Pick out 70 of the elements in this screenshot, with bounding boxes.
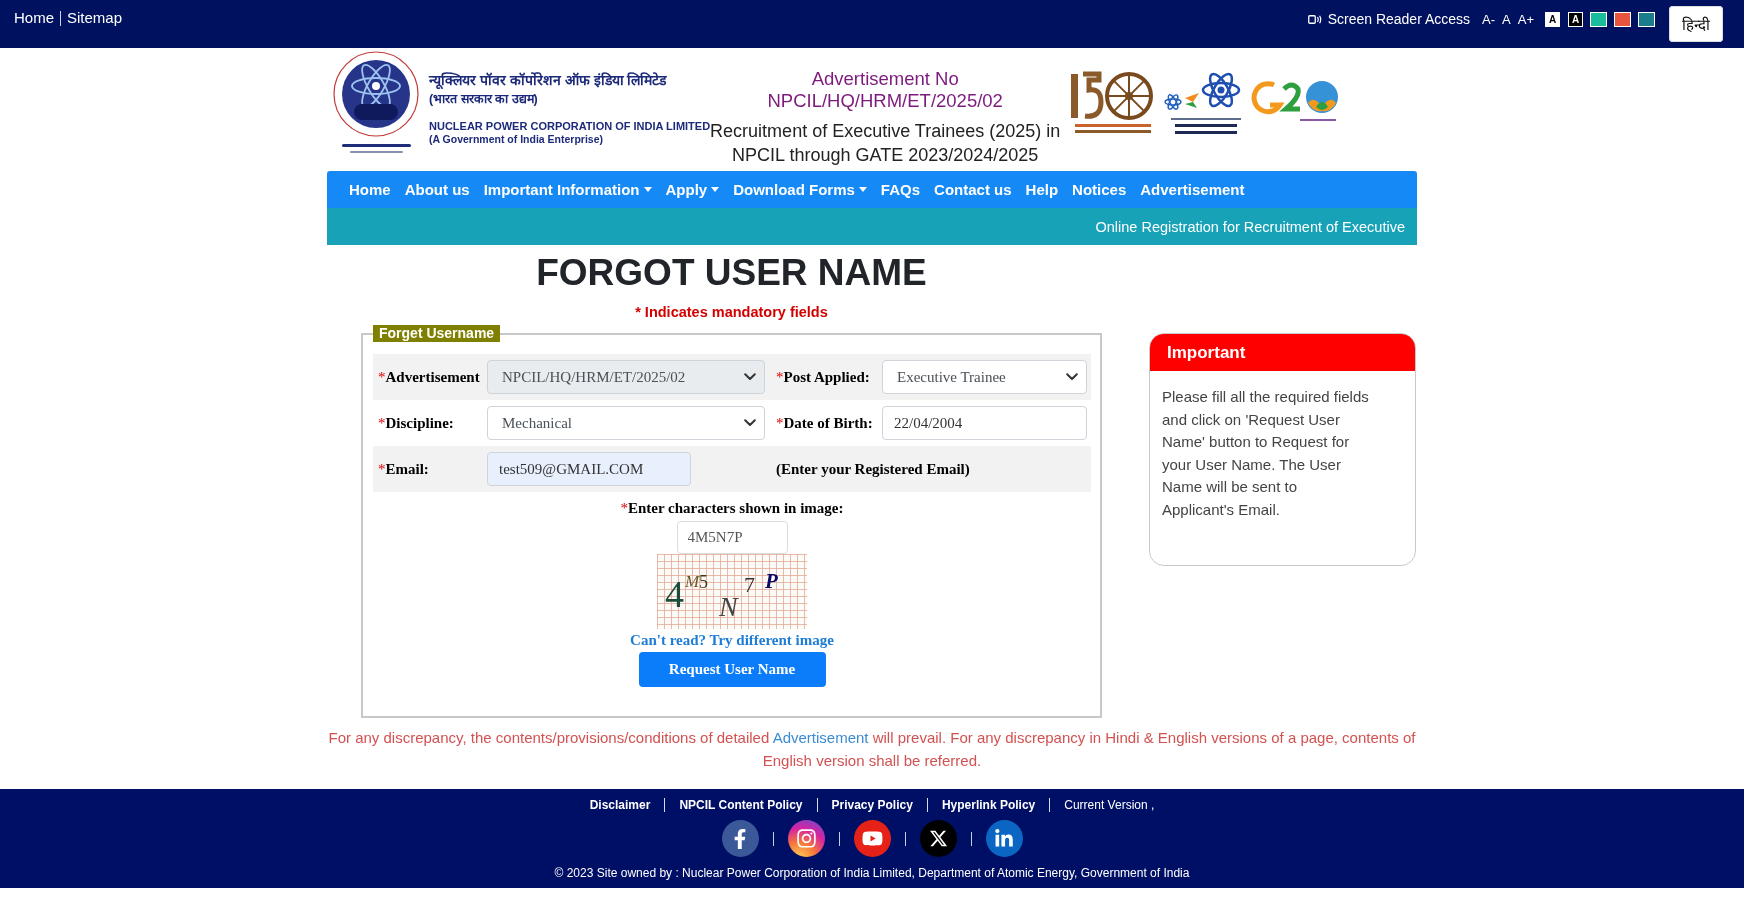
field-label: *Advertisement bbox=[378, 368, 481, 386]
field-label: *Post Applied: bbox=[775, 368, 871, 386]
chevron-down-icon bbox=[744, 373, 756, 381]
org-name-hindi: न्यूक्लियर पॉवर कॉर्पोरेशन ऑफ इंडिया लिमिटेड bbox=[429, 71, 668, 90]
select-field[interactable]: Executive Trainee bbox=[882, 360, 1087, 394]
nav-link[interactable]: Download Forms bbox=[733, 181, 867, 198]
color-swatch-icon[interactable] bbox=[1590, 11, 1607, 27]
input-field[interactable]: test509@GMAIL.COM bbox=[487, 452, 691, 486]
important-text: Please fill all the required fields and click on 'Request User Name' button to Request for your User Name. The User Name will be sent to Applicant's Email. bbox=[1162, 387, 1370, 520]
captcha-label: *Enter characters shown in image: bbox=[620, 499, 844, 517]
nav-link[interactable]: Home bbox=[349, 181, 391, 198]
top-link[interactable]: Sitemap bbox=[67, 9, 123, 27]
select-field[interactable]: Mechanical bbox=[487, 406, 765, 440]
screen-reader-link[interactable]: Screen Reader Access bbox=[1307, 11, 1471, 27]
org-tagline: (A Government of India Enterprise) bbox=[429, 133, 605, 146]
footer-link[interactable]: NPCIL Content Policy bbox=[679, 798, 803, 812]
instagram-icon[interactable] bbox=[787, 820, 825, 857]
input-field[interactable]: 22/04/2004 bbox=[882, 406, 1087, 440]
field-hint: (Enter your Registered Email) bbox=[775, 460, 971, 478]
nav-link[interactable]: Advertisement bbox=[1140, 181, 1245, 198]
captcha-input-field[interactable]: 4M5N7P bbox=[676, 521, 788, 554]
field-label: *Discipline: bbox=[378, 414, 455, 432]
field-label: *Date of Birth: bbox=[775, 414, 874, 432]
top-link[interactable]: Home bbox=[14, 9, 54, 27]
x-icon[interactable] bbox=[919, 820, 957, 857]
caret-icon bbox=[858, 187, 867, 192]
version-text: Current Version , bbox=[1064, 798, 1155, 812]
disclaimer-text: For any discrepancy, the contents/provisions/conditions of detailed Advertisement will prevail. For any discrepancy in Hindi & English versions of a page, contents of English version shall be referred. bbox=[327, 728, 1417, 771]
org-tagline-hindi: (भारत सरकार का उद्यम) bbox=[429, 91, 539, 108]
important-title: Important bbox=[1167, 342, 1246, 363]
advertisement-number: NPCIL/HQ/HRM/ET/2025/02 bbox=[767, 90, 1003, 112]
nav-link[interactable]: Notices bbox=[1072, 181, 1127, 198]
nav-link[interactable]: Important Information bbox=[483, 181, 652, 198]
recruitment-title: Recruitment of Executive Trainees (2025) in bbox=[710, 120, 1061, 143]
advertisement-link[interactable]: Advertisement bbox=[772, 729, 869, 746]
footer-link[interactable]: Hyperlink Policy bbox=[941, 798, 1036, 812]
chevron-down-icon bbox=[744, 419, 756, 427]
page-title: FORGOT USER NAME bbox=[536, 251, 927, 295]
font-size-button[interactable]: A- bbox=[1482, 11, 1496, 27]
color-swatch-icon[interactable] bbox=[1614, 11, 1631, 27]
nav-link[interactable]: Apply bbox=[665, 181, 720, 198]
nav-link[interactable]: Contact us bbox=[934, 181, 1012, 198]
chevron-down-icon bbox=[1066, 373, 1078, 381]
refresh-captcha-link[interactable]: Can't read? Try different image bbox=[630, 631, 834, 649]
nav-link[interactable]: About us bbox=[404, 181, 470, 198]
request-user-name-button[interactable]: Request User Name bbox=[638, 652, 826, 687]
ticker-text: Online Registration for Recruitment of Executive bbox=[1095, 218, 1405, 235]
field-label: *Email: bbox=[378, 460, 430, 478]
footer-link[interactable]: Privacy Policy bbox=[831, 798, 913, 812]
nav-link[interactable]: FAQs bbox=[880, 181, 921, 198]
linkedin-icon[interactable] bbox=[985, 820, 1023, 857]
nav-link[interactable]: Help bbox=[1025, 181, 1059, 198]
contrast-button[interactable]: A bbox=[1545, 11, 1560, 27]
language-button[interactable]: हिन्दी bbox=[1669, 6, 1723, 42]
caret-icon bbox=[711, 187, 720, 192]
contrast-button[interactable]: A bbox=[1568, 11, 1583, 27]
copyright-text: © 2023 Site owned by : Nuclear Power Corporation of India Limited, Department of Atomic Energy, Government of India bbox=[553, 866, 1191, 880]
recruitment-title: NPCIL through GATE 2023/2024/2025 bbox=[732, 144, 1039, 167]
form-legend: Forget Username bbox=[373, 325, 501, 342]
footer-link[interactable]: Disclaimer bbox=[589, 798, 651, 812]
caret-icon bbox=[643, 187, 652, 192]
font-size-button[interactable]: A+ bbox=[1517, 11, 1534, 27]
facebook-icon[interactable] bbox=[721, 820, 759, 857]
advertisement-label: Advertisement No bbox=[811, 68, 959, 90]
screen-reader-icon bbox=[1307, 13, 1322, 25]
color-swatch-icon[interactable] bbox=[1638, 11, 1655, 27]
font-size-button[interactable]: A bbox=[1502, 11, 1511, 27]
mandatory-note: * Indicates mandatory fields bbox=[635, 303, 828, 321]
org-name: NUCLEAR POWER CORPORATION OF INDIA LIMITED bbox=[429, 119, 711, 132]
youtube-icon[interactable] bbox=[853, 820, 891, 857]
